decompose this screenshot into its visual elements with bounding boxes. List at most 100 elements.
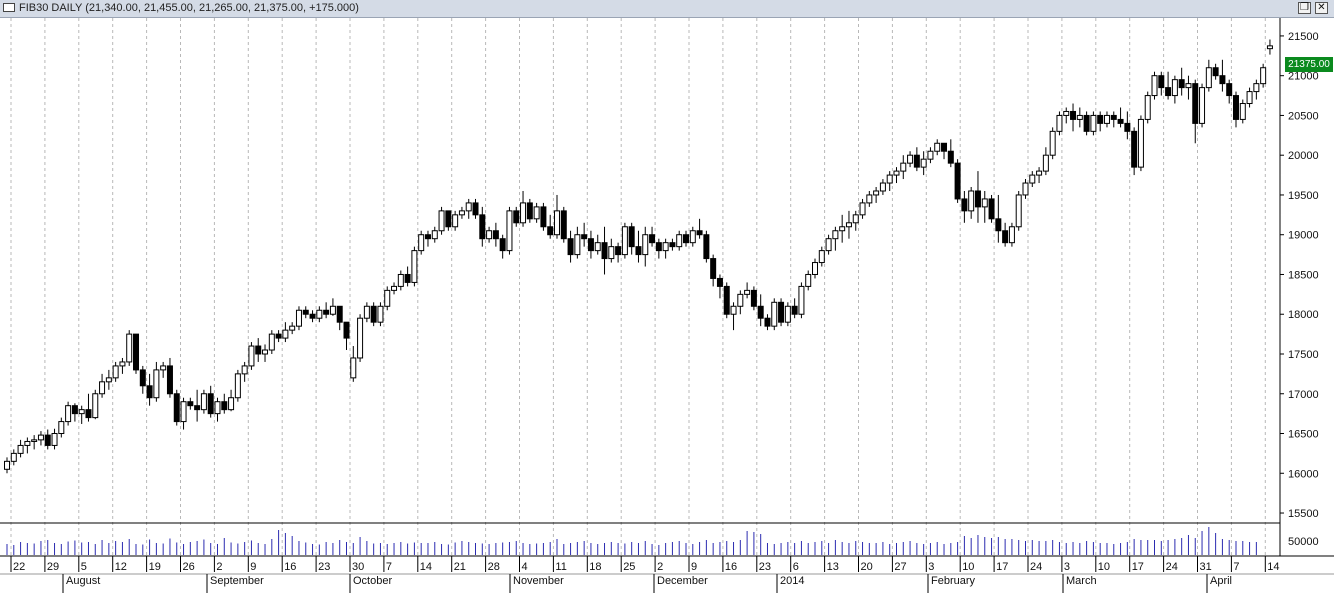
candle-body: [255, 345, 262, 355]
time-tick-label: 21: [454, 561, 466, 573]
candle-body: [784, 305, 791, 323]
candle-body: [961, 198, 968, 212]
candle-body: [452, 214, 459, 228]
candle-body: [1185, 83, 1192, 89]
time-tick-label: 14: [1267, 561, 1279, 573]
time-tick-label: 7: [386, 561, 392, 573]
price-tick-label: 18500: [1288, 269, 1319, 281]
candle-body: [1266, 45, 1273, 50]
time-tick-label: 9: [691, 561, 697, 573]
candle-body: [329, 305, 336, 315]
candle-body: [798, 285, 805, 315]
candle-body: [431, 230, 438, 240]
time-tick-label: 9: [250, 561, 256, 573]
candle-body: [710, 258, 717, 279]
time-tick-label: 6: [793, 561, 799, 573]
candle-body: [221, 401, 228, 411]
candle-body: [241, 365, 248, 375]
candle-body: [10, 452, 17, 462]
candle-body: [99, 381, 106, 395]
candle-body: [316, 309, 323, 319]
candle-body: [146, 385, 153, 399]
candle-body: [839, 226, 846, 232]
candle-body: [1022, 182, 1029, 196]
candle-body: [133, 333, 140, 371]
time-tick-label: 30: [352, 561, 364, 573]
candle-body: [472, 202, 479, 216]
candle-body: [920, 158, 927, 168]
candle-body: [78, 409, 85, 415]
candle-body: [1083, 114, 1090, 132]
candle-body: [411, 250, 418, 283]
candle-body: [526, 202, 533, 220]
time-tick-label: 22: [13, 561, 25, 573]
candle-body: [818, 250, 825, 264]
month-label: October: [353, 575, 392, 587]
volume-tick-label: 50000: [1288, 536, 1319, 548]
price-tick-label: 20000: [1288, 150, 1319, 162]
candle-body: [1219, 75, 1226, 85]
candle-body: [289, 325, 296, 331]
candle-body: [1158, 75, 1165, 89]
candle-body: [350, 357, 357, 379]
candle-body: [404, 273, 411, 283]
candle-body: [65, 405, 72, 423]
candle-body: [24, 440, 31, 446]
candle-body: [1131, 130, 1138, 168]
candle-body: [547, 226, 554, 236]
candle-body: [1090, 114, 1097, 132]
candle-body: [886, 174, 893, 184]
time-tick-label: 7: [1233, 561, 1239, 573]
candle-body: [608, 246, 615, 260]
candle-body: [968, 190, 975, 212]
candle-body: [587, 238, 594, 252]
candle-body: [716, 277, 723, 287]
candle-body: [343, 321, 350, 339]
candle-body: [1144, 95, 1151, 120]
candle-body: [1178, 79, 1185, 89]
candle-body: [187, 401, 194, 407]
month-label: September: [210, 575, 264, 587]
candle-body: [893, 170, 900, 176]
candle-body: [913, 154, 920, 168]
time-tick-label: 24: [1166, 561, 1178, 573]
time-tick-label: 12: [115, 561, 127, 573]
candle-body: [1226, 83, 1233, 97]
candle-body: [323, 309, 330, 315]
candle-body: [126, 333, 133, 363]
time-tick-label: 25: [623, 561, 635, 573]
candle-body: [262, 349, 269, 355]
candle-body: [764, 317, 771, 327]
time-tick-label: 28: [488, 561, 500, 573]
close-icon[interactable]: ✕: [1315, 2, 1328, 14]
candle-body: [513, 210, 520, 224]
restore-icon[interactable]: ❐: [1298, 2, 1311, 14]
candle-body: [58, 421, 65, 435]
candle-body: [655, 242, 662, 252]
candle-body: [228, 397, 235, 411]
candle-body: [689, 230, 696, 244]
candle-body: [703, 234, 710, 260]
time-tick-label: 24: [1030, 561, 1042, 573]
candle-body: [1008, 226, 1015, 244]
candle-body: [696, 230, 703, 236]
time-tick-label: 3: [1064, 561, 1070, 573]
candle-body: [85, 409, 92, 419]
candle-body: [391, 285, 398, 291]
window-menu-icon[interactable]: [3, 3, 15, 12]
candle-body: [771, 301, 778, 327]
candle-body: [676, 234, 683, 248]
candle-body: [275, 333, 282, 339]
candle-body: [71, 405, 78, 415]
candle-body: [553, 210, 560, 236]
candle-body: [1192, 83, 1199, 124]
candle-body: [268, 333, 275, 351]
candle-body: [642, 234, 649, 256]
candle-body: [981, 198, 988, 208]
candle-body: [438, 210, 445, 232]
candle-body: [119, 361, 126, 367]
candle-body: [1165, 87, 1172, 97]
candle-body: [1002, 230, 1009, 244]
price-tick-label: 17000: [1288, 389, 1319, 401]
candle-body: [479, 214, 486, 240]
